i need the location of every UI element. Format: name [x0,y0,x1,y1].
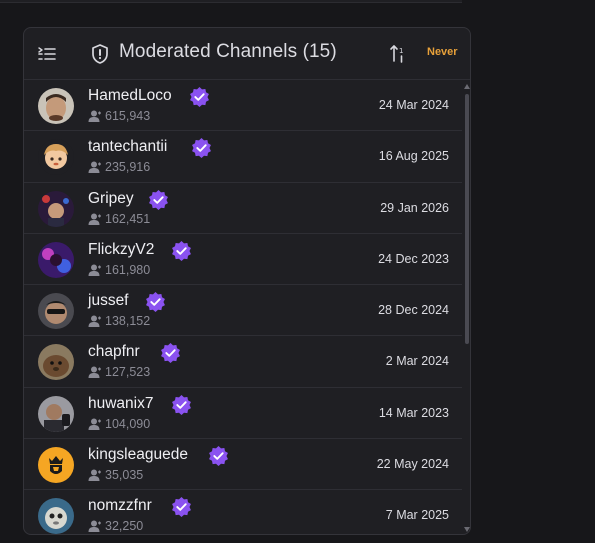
collapse-list-icon[interactable] [36,44,58,64]
verified-badge-icon [146,292,165,313]
follower-count-value: 162,451 [105,211,151,226]
follower-count-value: 35,035 [105,468,144,483]
moderated-since-date: 14 Mar 2023 [378,405,449,420]
never-filter-button[interactable]: Never [427,46,458,58]
avatar[interactable] [38,241,74,278]
channel-row[interactable]: Gripey 162,451 29 Jan 2026 [24,183,462,234]
followers-icon [88,366,101,379]
followers-icon [88,161,101,174]
scroll-thumb[interactable] [465,94,469,344]
channel-row[interactable]: FlickzyV2 161,980 24 Dec 2023 [24,234,462,286]
avatar[interactable] [38,395,74,432]
channel-name[interactable]: huwanix7 [88,395,154,413]
top-divider [0,0,462,3]
verified-badge-icon [190,87,209,107]
moderated-since-date: 2 Mar 2024 [385,354,449,369]
verified-badge-icon [149,189,168,210]
moderated-since-date: 16 Aug 2025 [378,149,449,164]
follower-count-value: 104,090 [105,416,151,431]
avatar[interactable] [38,88,74,124]
moderated-since-date: 24 Dec 2023 [378,251,449,266]
panel-header: Moderated Channels (15) 1 Never [24,28,470,80]
channel-row[interactable]: kingsleaguede 35,035 22 May 2024 [24,439,462,491]
scroll-down-arrow-icon[interactable] [464,527,470,532]
follower-count: 162,451 [88,212,150,226]
sort-icon[interactable]: 1 [387,42,409,66]
channel-name[interactable]: HamedLoco [88,87,172,105]
moderated-since-date: 22 May 2024 [376,457,449,472]
channel-list: HamedLoco 615,943 24 Mar 2024 tantechant… [24,80,462,534]
moderated-channels-panel: Moderated Channels (15) 1 Never HamedLoc… [23,27,471,535]
followers-icon [88,315,101,328]
follower-count: 138,152 [88,314,150,328]
avatar[interactable] [38,293,74,330]
channel-name[interactable]: FlickzyV2 [88,241,154,259]
follower-count-value: 127,523 [105,365,151,380]
followers-icon [88,110,101,122]
moderated-since-date: 28 Dec 2024 [378,303,449,318]
follower-count-value: 32,250 [105,519,144,534]
channel-row[interactable]: jussef 138,152 28 Dec 2024 [24,285,462,337]
channel-row[interactable]: nomzzfnr 32,250 7 Mar 2025 [24,490,462,534]
channel-row[interactable]: tantechantii 235,916 16 Aug 2025 [24,131,462,183]
channel-row[interactable]: huwanix7 104,090 14 Mar 2023 [24,388,462,440]
channel-row[interactable]: HamedLoco 615,943 24 Mar 2024 [24,80,462,132]
moderated-since-date: 24 Mar 2024 [378,98,449,112]
channel-row[interactable]: chapfnr 127,523 2 Mar 2024 [24,336,462,388]
verified-badge-icon [172,240,191,261]
followers-icon [88,469,101,482]
follower-count: 35,035 [88,468,143,482]
avatar[interactable] [38,498,74,534]
verified-badge-icon [192,138,211,159]
verified-badge-icon [172,394,191,415]
followers-icon [88,418,101,430]
avatar[interactable] [38,344,74,381]
follower-count: 235,916 [88,160,150,174]
channel-name[interactable]: jussef [88,292,129,310]
followers-icon [88,264,101,276]
list-scrollbar[interactable] [462,80,470,534]
channel-name[interactable]: chapfnr [88,343,140,361]
channel-name[interactable]: kingsleaguede [88,446,188,464]
follower-count-value: 235,916 [105,160,151,175]
follower-count-value: 161,980 [105,262,151,277]
follower-count: 615,943 [88,109,150,123]
followers-icon [88,520,101,533]
follower-count: 161,980 [88,263,150,277]
scroll-up-arrow-icon[interactable] [464,84,470,89]
avatar[interactable] [38,139,74,176]
follower-count-value: 615,943 [105,109,151,123]
channel-name[interactable]: nomzzfnr [88,497,152,515]
moderated-since-date: 29 Jan 2026 [380,200,449,215]
follower-count: 32,250 [88,519,143,533]
avatar[interactable] [38,190,74,227]
follower-count: 127,523 [88,365,150,379]
follower-count-value: 138,152 [105,314,151,329]
follower-count: 104,090 [88,417,150,431]
channel-name[interactable]: tantechantii [88,138,167,156]
moderated-since-date: 7 Mar 2025 [385,508,449,523]
verified-badge-icon [172,497,191,518]
svg-text:1: 1 [399,47,403,55]
followers-icon [88,213,101,225]
avatar[interactable] [38,447,74,484]
channel-name[interactable]: Gripey [88,190,134,208]
moderator-shield-icon [90,43,110,65]
verified-badge-icon [161,343,180,364]
verified-badge-icon [209,446,228,467]
panel-title: Moderated Channels (15) [119,41,337,62]
